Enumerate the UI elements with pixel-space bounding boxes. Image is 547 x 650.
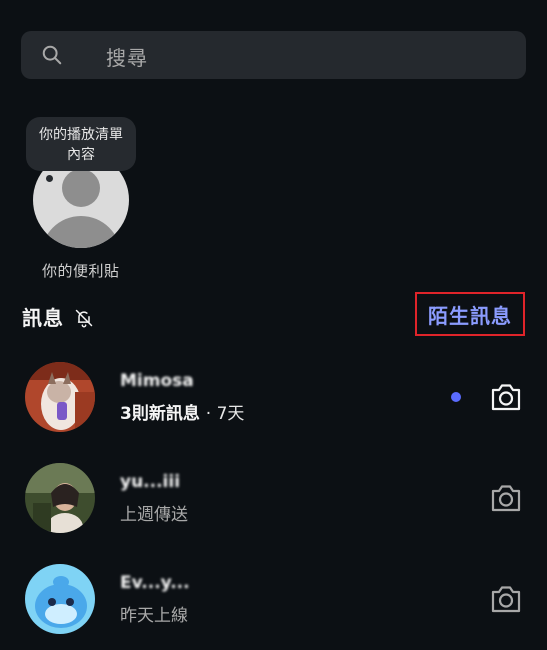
conversation-subtitle: 昨天上線 xyxy=(120,606,188,626)
conversation-row[interactable]: Ev...y... 昨天上線 xyxy=(0,554,547,644)
conversation-row[interactable]: yu...iii 上週傳送 xyxy=(0,453,547,543)
conversation-name: yu...iii xyxy=(120,472,181,492)
search-icon xyxy=(42,45,62,65)
search-placeholder: 搜尋 xyxy=(106,46,148,70)
conversation-subtitle-text: 3則新訊息 xyxy=(120,404,200,424)
avatar[interactable] xyxy=(25,362,95,432)
note-caption: 你的便利貼 xyxy=(42,262,120,280)
conversation-name: Ev...y... xyxy=(120,573,190,593)
conversation-name: Mimosa xyxy=(120,371,194,391)
note-bubble-tail xyxy=(46,175,53,182)
conversation-row[interactable]: Mimosa 3則新訊息 · 7天 xyxy=(0,352,547,442)
camera-icon[interactable] xyxy=(490,382,522,412)
person-photo-icon xyxy=(25,463,95,533)
conversation-subtitle: 上週傳送 xyxy=(120,505,188,525)
conversation-subtitle: 3則新訊息 · 7天 xyxy=(120,399,244,424)
camera-icon[interactable] xyxy=(490,584,522,614)
dolphin-illustration-icon xyxy=(25,564,95,634)
camera-icon[interactable] xyxy=(490,483,522,513)
avatar[interactable] xyxy=(25,463,95,533)
bell-off-icon[interactable] xyxy=(74,308,94,328)
avatar[interactable] xyxy=(25,564,95,634)
note-bubble-line2: 內容 xyxy=(67,147,95,163)
messages-title: 訊息 xyxy=(22,306,64,330)
messages-header: 訊息 xyxy=(22,302,94,331)
note-bubble[interactable]: 你的播放清單 內容 xyxy=(26,117,136,171)
search-bar[interactable]: 搜尋 xyxy=(21,31,526,79)
message-requests-link[interactable]: 陌生訊息 xyxy=(415,292,525,336)
note-bubble-line1: 你的播放清單 xyxy=(39,127,123,143)
conversation-time: · 7天 xyxy=(205,404,245,424)
unread-indicator xyxy=(451,392,461,402)
cat-photo-icon xyxy=(25,362,95,432)
messages-screen: 搜尋 你的播放清單 內容 你的便利貼 訊息 陌生訊息 Mimosa 3則新訊息 … xyxy=(0,0,547,650)
